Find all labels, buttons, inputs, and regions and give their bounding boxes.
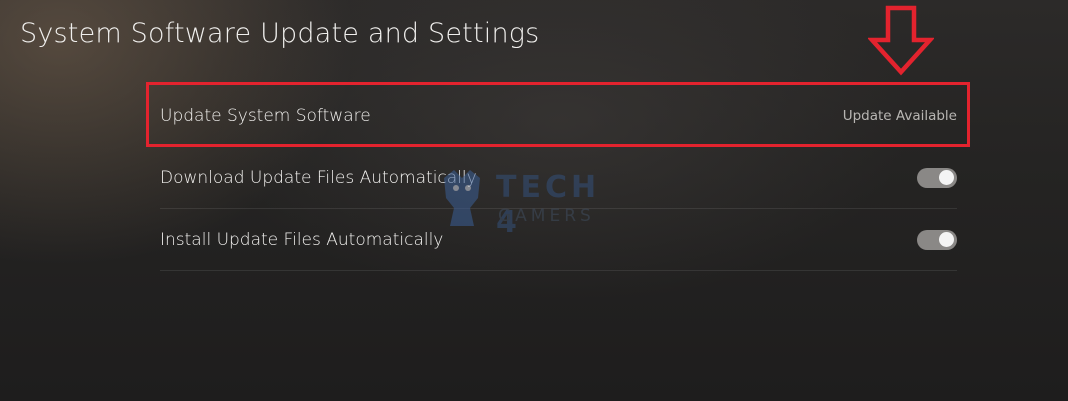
page-title: System Software Update and Settings <box>20 18 540 49</box>
install-update-files-label: Install Update Files Automatically <box>160 229 444 250</box>
watermark-line2: GAMERS <box>498 206 595 226</box>
download-update-files-label: Download Update Files Automatically <box>160 167 477 188</box>
download-update-files-toggle[interactable] <box>917 167 957 188</box>
toggle-knob <box>939 232 954 247</box>
toggle-knob <box>939 170 954 185</box>
tech4gamers-watermark: TECH 4 GAMERS <box>434 168 634 240</box>
update-system-software-label: Update System Software <box>160 106 371 126</box>
watermark-line1: TECH 4 <box>496 170 601 240</box>
watermark-mascot-icon <box>444 170 480 226</box>
down-arrow-outline-icon <box>868 5 934 76</box>
update-system-software-item[interactable]: Update System Software Update Available <box>160 86 957 147</box>
install-update-files-toggle[interactable] <box>917 229 957 250</box>
update-status-text: Update Available <box>842 108 957 124</box>
